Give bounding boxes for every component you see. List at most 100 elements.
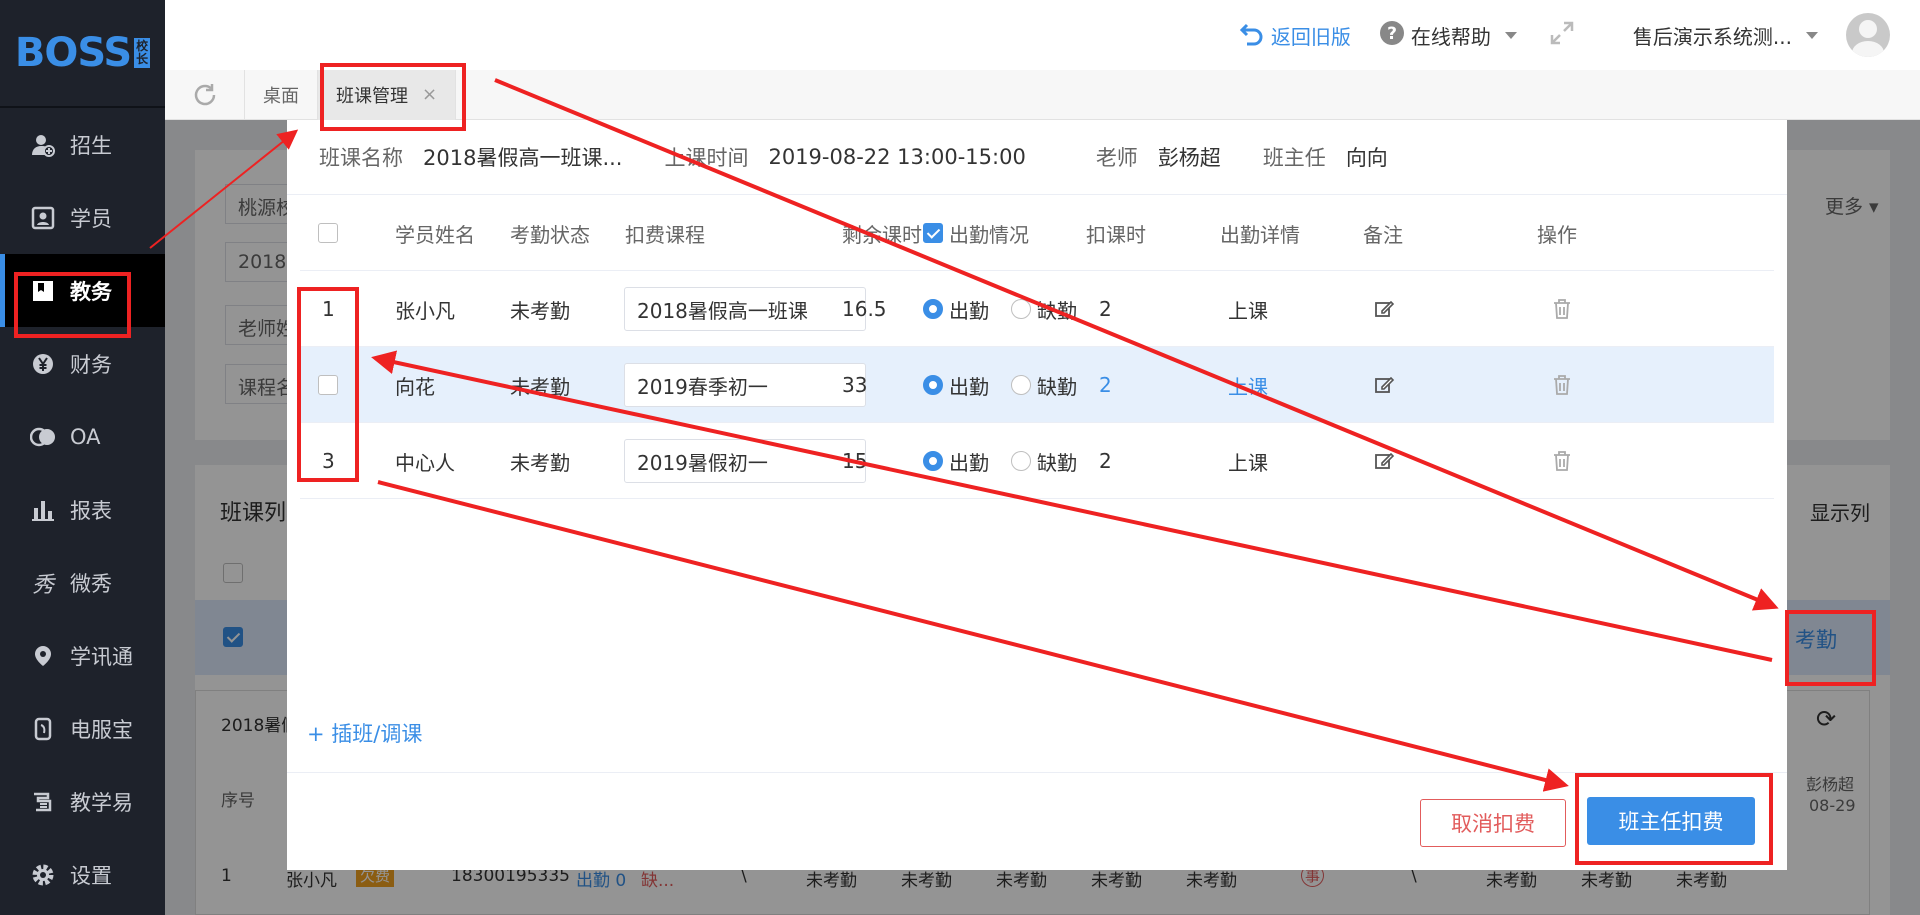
col-name: 学员姓名 — [395, 222, 475, 247]
attend-radio[interactable] — [923, 451, 943, 471]
attendance-status: 未考勤 — [510, 374, 570, 399]
cancel-deduct-button[interactable]: 取消扣费 — [1420, 799, 1566, 847]
course-select[interactable]: 2019春季初一 — [624, 363, 866, 407]
help-icon: ? — [1379, 20, 1405, 51]
teacher-value: 彭杨超 — [1157, 146, 1221, 170]
oa-icon — [30, 424, 56, 450]
add-transfer-link[interactable]: + 插班/调课 — [307, 718, 422, 748]
tab-desktop[interactable]: 桌面 — [245, 69, 318, 120]
row-checkbox[interactable] — [318, 375, 338, 395]
sidebar-item-xuexuntong[interactable]: 学讯通 — [0, 619, 165, 692]
sidebar-item-label: 教务 — [70, 279, 112, 304]
col-deduct: 扣课时 — [1086, 222, 1146, 247]
svg-text:?: ? — [1387, 24, 1397, 44]
attend-radio[interactable] — [923, 299, 943, 319]
absent-radio[interactable] — [1011, 299, 1031, 319]
sidebar-item-label: 微秀 — [70, 571, 112, 596]
sidebar-item-label: 学讯通 — [70, 644, 133, 669]
head-teacher-key: 班主任 — [1262, 146, 1326, 170]
teacher-key: 老师 — [1095, 146, 1138, 170]
deduct-hours[interactable]: 2 — [1099, 423, 1112, 499]
tab-label: 班课管理 — [336, 85, 408, 107]
course-select[interactable]: 2018暑假高一班课 — [624, 287, 866, 331]
course-select[interactable]: 2019暑假初一 — [624, 439, 866, 483]
class-info-bar: 班课名称 2018暑假高一班课... 上课时间 2019-08-22 13:00… — [287, 120, 1787, 195]
tab-class-management[interactable]: 班课管理 × — [318, 69, 457, 120]
edit-note-icon[interactable] — [1373, 347, 1395, 423]
user-add-icon — [30, 132, 56, 158]
back-old-version-link[interactable]: 返回旧版 — [1239, 20, 1351, 51]
sidebar-item-label: 招生 — [70, 133, 112, 158]
attendance-detail[interactable]: 上课 — [1228, 347, 1268, 423]
bar-chart-icon — [30, 497, 56, 523]
sidebar-item-oa[interactable]: OA — [0, 400, 165, 473]
class-time-key: 上课时间 — [664, 146, 749, 170]
user-name-label: 售后演示系统测... — [1632, 24, 1792, 49]
close-icon[interactable]: × — [422, 84, 437, 105]
attendance-all-checkbox[interactable] — [923, 223, 943, 243]
xiu-icon: 秀 — [31, 572, 54, 598]
yen-icon — [30, 351, 56, 377]
back-old-version-label: 返回旧版 — [1270, 24, 1351, 49]
attend-label: 出勤 — [949, 450, 989, 475]
sidebar-item-jiaoxueyi[interactable]: 教学易 — [0, 765, 165, 838]
id-card-icon — [30, 205, 56, 231]
refresh-icon[interactable] — [165, 69, 245, 120]
remaining-hours: 33 — [842, 373, 868, 397]
sidebar-item-academic[interactable]: 教务 — [0, 254, 165, 327]
sidebar-item-label: 学员 — [70, 206, 112, 231]
online-help-dropdown[interactable]: ? 在线帮助 — [1379, 20, 1517, 51]
logo-badge: 校长 — [134, 38, 151, 68]
sidebar-item-reports[interactable]: 报表 — [0, 473, 165, 546]
sidebar-item-enroll[interactable]: 招生 — [0, 108, 165, 181]
sidebar-item-finance[interactable]: 财务 — [0, 327, 165, 400]
trash-icon[interactable] — [1552, 423, 1572, 499]
col-op: 操作 — [1537, 222, 1577, 247]
col-remain: 剩余课时 — [842, 222, 922, 247]
remaining-hours: 15 — [842, 449, 868, 473]
sidebar-item-weixiu[interactable]: 秀 微秀 — [0, 546, 165, 619]
table-row: 向花 未考勤 2019春季初一 33 出勤 缺勤 2 上课 — [300, 347, 1774, 423]
attendance-detail[interactable]: 上课 — [1228, 271, 1268, 347]
attendance-detail[interactable]: 上课 — [1228, 423, 1268, 499]
boss-logo[interactable]: BOSS 校长 — [0, 0, 165, 108]
attendance-table: 学员姓名 考勤状态 扣费课程 剩余课时 出勤情况 扣课时 出勤详情 备注 操作 … — [287, 195, 1787, 499]
select-all-checkbox[interactable] — [318, 223, 338, 243]
table-row: 3 中心人 未考勤 2019暑假初一 15 出勤 缺勤 2 上课 — [300, 423, 1774, 499]
student-name: 中心人 — [395, 450, 455, 475]
absent-label: 缺勤 — [1037, 374, 1077, 399]
trash-icon[interactable] — [1552, 347, 1572, 423]
deduct-hours[interactable]: 2 — [1099, 271, 1112, 347]
table-row: 1 张小凡 未考勤 2018暑假高一班课 16.5 出勤 缺勤 2 上课 — [300, 271, 1774, 347]
attendance-status: 未考勤 — [510, 298, 570, 323]
absent-label: 缺勤 — [1037, 298, 1077, 323]
edit-note-icon[interactable] — [1373, 423, 1395, 499]
head-teacher-deduct-button[interactable]: 班主任扣费 — [1587, 797, 1755, 845]
trash-icon[interactable] — [1552, 271, 1572, 347]
sidebar-item-dianfubao[interactable]: 电服宝 — [0, 692, 165, 765]
online-help-label: 在线帮助 — [1410, 24, 1491, 49]
dialog-footer: 取消扣费 班主任扣费 — [287, 772, 1787, 870]
fullscreen-icon[interactable] — [1549, 20, 1575, 51]
sidebar-item-students[interactable]: 学员 — [0, 181, 165, 254]
teach-icon — [30, 789, 56, 815]
sidebar-item-settings[interactable]: 设置 — [0, 838, 165, 911]
col-detail: 出勤详情 — [1220, 222, 1300, 247]
attend-radio[interactable] — [923, 375, 943, 395]
absent-label: 缺勤 — [1037, 450, 1077, 475]
row-index: 1 — [322, 297, 335, 321]
sidebar-item-label: 教学易 — [70, 790, 133, 815]
class-name-value: 2018暑假高一班课... — [423, 146, 623, 170]
attend-label: 出勤 — [949, 374, 989, 399]
sidebar-item-label: OA — [70, 424, 101, 449]
avatar[interactable] — [1846, 13, 1890, 57]
deduct-hours[interactable]: 2 — [1099, 347, 1112, 423]
edit-note-icon[interactable] — [1373, 271, 1395, 347]
row-index: 3 — [322, 449, 335, 473]
absent-radio[interactable] — [1011, 375, 1031, 395]
attend-label: 出勤 — [949, 298, 989, 323]
class-time-value: 2019-08-22 13:00-15:00 — [768, 145, 1026, 169]
user-dropdown[interactable]: 售后演示系统测... — [1633, 21, 1818, 50]
remaining-hours: 16.5 — [842, 297, 887, 321]
absent-radio[interactable] — [1011, 451, 1031, 471]
